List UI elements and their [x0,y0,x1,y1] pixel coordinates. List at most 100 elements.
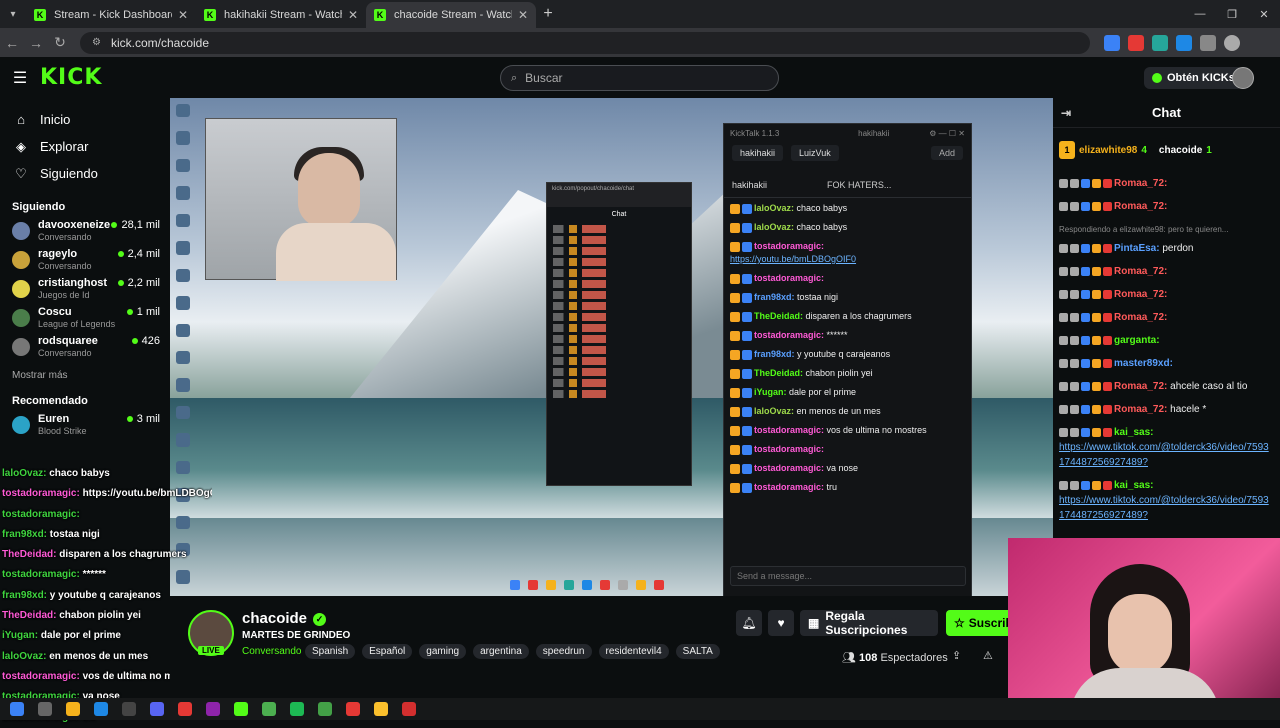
gift-subs-button[interactable]: ▦ Regala Suscripciones [800,609,938,637]
chat-username[interactable]: Romaa_72: [1114,404,1167,415]
sidebar-channel[interactable]: davooxeneize Conversando 28,1 mil [0,219,170,248]
extension-icon[interactable] [1176,34,1192,51]
gifter-name[interactable]: elizawhite98 [1079,145,1137,156]
kicktalk-tab[interactable]: LuizVuk [791,145,839,161]
extension-icon[interactable] [1128,34,1144,51]
search-input[interactable]: ⌕ Buscar [500,65,779,91]
kicktalk-username[interactable]: fran98xd: [754,349,795,359]
chat-username[interactable]: Romaa_72: [1114,266,1167,277]
forward-icon[interactable]: → [24,35,48,51]
stream-tag[interactable]: speedrun [535,644,592,659]
kicktalk-add-button[interactable]: Add [930,146,963,160]
kicktalk-username[interactable]: laloOvaz: [754,222,794,232]
kicktalk-username[interactable]: tostadoramagic: [754,241,824,251]
close-tab-icon[interactable]: ✕ [518,8,528,22]
chat-username[interactable]: kai_sas: [1114,427,1153,438]
stream-tag[interactable]: residentevil4 [598,644,669,659]
profile-icon[interactable] [1224,34,1240,51]
stream-tag[interactable]: gaming [419,644,467,659]
sidebar-channel[interactable]: Coscu League of Legends 1 mil [0,306,170,335]
stream-tag[interactable]: SALTA [675,644,720,659]
stream-category[interactable]: Conversando [242,646,301,657]
explorer-icon[interactable] [66,702,80,716]
kicktalk-username[interactable]: tostadoramagic: [754,463,824,473]
kicktalk-username[interactable]: tostadoramagic: [754,330,824,340]
kicktalk-username[interactable]: laloOvaz: [754,406,794,416]
kicktalk-username[interactable]: tostadoramagic: [754,482,824,492]
minimize-icon[interactable]: — [1184,0,1216,28]
kick-icon[interactable] [234,702,248,716]
kicktalk-message-input[interactable]: Send a message... [730,566,966,586]
browser-tab-dashboard[interactable]: K Stream - Kick Dashboard ✕ [26,2,196,28]
app-icon[interactable] [402,702,416,716]
chat-username[interactable]: Romaa_72: [1114,201,1167,212]
video-player[interactable]: kick.com/popout/chacoide/chat Chat KickT… [170,98,1053,596]
kicktalk-username[interactable]: fran98xd: [754,292,795,302]
kicktalk-username[interactable]: tostadoramagic: [754,273,824,283]
collapse-chat-icon[interactable]: ⇥ [1061,106,1071,120]
app-icon[interactable] [318,702,332,716]
app-icon[interactable] [206,702,220,716]
sidebar-channel[interactable]: Euren Blood Strike 3 mil [0,413,170,442]
browser-tab-hakihakii[interactable]: K hakihakii Stream - Watch Live o ✕ [196,2,366,28]
tab-search-icon[interactable]: ▾ [0,0,26,28]
kicktalk-username[interactable]: laloOvaz: [754,203,794,213]
kicktalk-message-link[interactable]: https://youtu.be/bmLDBOgOIF0 [730,254,856,264]
show-more-link[interactable]: Mostrar más [0,364,170,381]
gifter-name[interactable]: chacoide [1159,145,1202,156]
kick-logo[interactable]: KICK [40,65,102,90]
kicktalk-tab[interactable]: hakihakii [732,145,784,161]
sidebar-item-inicio[interactable]: ⌂ Inicio [0,106,170,133]
sidebar-channel[interactable]: cristianghost Juegos de Id 2,2 mil [0,277,170,306]
url-field[interactable]: ⚙ kick.com/chacoide [80,31,1090,54]
search-icon[interactable] [38,702,52,716]
chat-username[interactable]: PintaEsa: [1114,243,1160,254]
sidebar-channel[interactable]: rageylo Conversando 2,4 mil [0,248,170,277]
start-icon[interactable] [10,702,24,716]
chat-username[interactable]: master89xd: [1114,358,1173,369]
chrome-icon[interactable] [178,702,192,716]
chat-username[interactable]: garganta: [1114,335,1160,346]
chat-username[interactable]: Romaa_72: [1114,178,1167,189]
get-kicks-button[interactable]: Obtén KICKs [1144,67,1243,89]
kicktalk-username[interactable]: tostadoramagic: [754,425,824,435]
stream-tag[interactable]: Español [362,644,413,659]
site-info-icon[interactable]: ⚙ [92,37,101,48]
close-window-icon[interactable]: ✕ [1248,0,1280,28]
settings-icon[interactable]: ⚙ — ☐ ✕ [929,129,965,138]
close-tab-icon[interactable]: ✕ [178,8,188,22]
notification-bell-button[interactable]: 🔔︎ [736,610,762,636]
chat-username[interactable]: Romaa_72: [1114,312,1167,323]
new-tab-button[interactable]: + [536,5,560,23]
extension-icon[interactable] [1152,34,1168,51]
chrome-icon[interactable] [374,702,388,716]
steam-icon[interactable] [94,702,108,716]
chat-message-link[interactable]: https://www.tiktok.com/@tolderck36/video… [1059,442,1269,468]
user-avatar[interactable] [1232,67,1254,89]
browser-tab-chacoide[interactable]: K chacoide Stream - Watch Live o ✕ [366,2,536,28]
kicktalk-username[interactable]: TheDeidad: [754,368,803,378]
maximize-icon[interactable]: ❐ [1216,0,1248,28]
chat-message-link[interactable]: https://www.tiktok.com/@tolderck36/video… [1059,495,1269,521]
extensions-puzzle-icon[interactable] [1200,34,1216,51]
sidebar-item-siguiendo[interactable]: ♡ Siguiendo [0,160,170,187]
kicktalk-username[interactable]: tostadoramagic: [754,444,824,454]
stream-tag[interactable]: Spanish [305,644,356,659]
opera-icon[interactable] [346,702,360,716]
kicktalk-username[interactable]: TheDeidad: [754,311,803,321]
sidebar-item-explorar[interactable]: ◈ Explorar [0,133,170,160]
spotify-icon[interactable] [290,702,304,716]
sidebar-channel[interactable]: rodsquaree Conversando 426 [0,335,170,364]
subscribe-button[interactable]: ☆ Suscrib [946,610,1016,636]
report-icon[interactable]: ⚠ [983,649,993,662]
stream-tag[interactable]: argentina [473,644,529,659]
extension-icon[interactable] [1104,34,1120,51]
follow-button[interactable]: ♥ [768,610,794,636]
chat-username[interactable]: Romaa_72: [1114,381,1167,392]
menu-icon[interactable]: ☰ [0,68,40,88]
close-tab-icon[interactable]: ✕ [348,8,358,22]
chat-username[interactable]: Romaa_72: [1114,289,1167,300]
streamer-name[interactable]: chacoide [242,610,307,627]
back-icon[interactable]: ← [0,35,24,51]
discord-icon[interactable] [150,702,164,716]
